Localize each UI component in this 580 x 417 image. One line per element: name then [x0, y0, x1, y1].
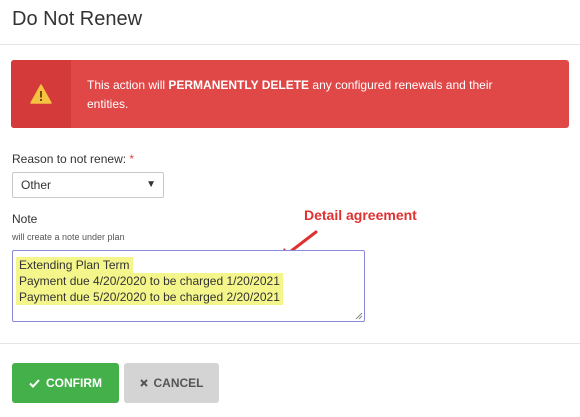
note-label: Note: [12, 212, 38, 226]
alert-emphasis: PERMANENTLY DELETE: [168, 78, 310, 92]
warning-alert: This action will PERMANENTLY DELETE any …: [11, 60, 569, 128]
note-line: Extending Plan Term: [16, 257, 133, 273]
confirm-label: CONFIRM: [46, 376, 102, 390]
warning-icon: [11, 60, 71, 128]
note-textarea[interactable]: Extending Plan Term Payment due 4/20/202…: [12, 250, 365, 322]
caret-down-icon: ▼: [146, 179, 156, 190]
reason-label: Reason to not renew: *: [12, 152, 135, 166]
cancel-label: CANCEL: [153, 376, 204, 390]
note-sublabel: will create a note under plan: [12, 232, 125, 242]
note-line: Payment due 4/20/2020 to be charged 1/20…: [16, 273, 283, 289]
annotation-label: Detail agreement: [304, 207, 417, 223]
resize-handle-icon[interactable]: [355, 312, 363, 320]
reason-select[interactable]: Other ▼: [12, 172, 164, 198]
close-icon: [139, 379, 148, 387]
footer-divider: [0, 343, 580, 344]
reason-selected-value: Other: [21, 178, 52, 192]
note-line: Payment due 5/20/2020 to be charged 2/20…: [16, 289, 283, 305]
header-divider: [0, 44, 580, 45]
alert-message: This action will PERMANENTLY DELETE any …: [87, 78, 493, 111]
modal-title: Do Not Renew: [12, 8, 143, 30]
cancel-button[interactable]: CANCEL: [124, 363, 219, 403]
required-mark: *: [129, 152, 135, 166]
confirm-button[interactable]: CONFIRM: [12, 363, 119, 403]
check-icon: [29, 378, 40, 388]
